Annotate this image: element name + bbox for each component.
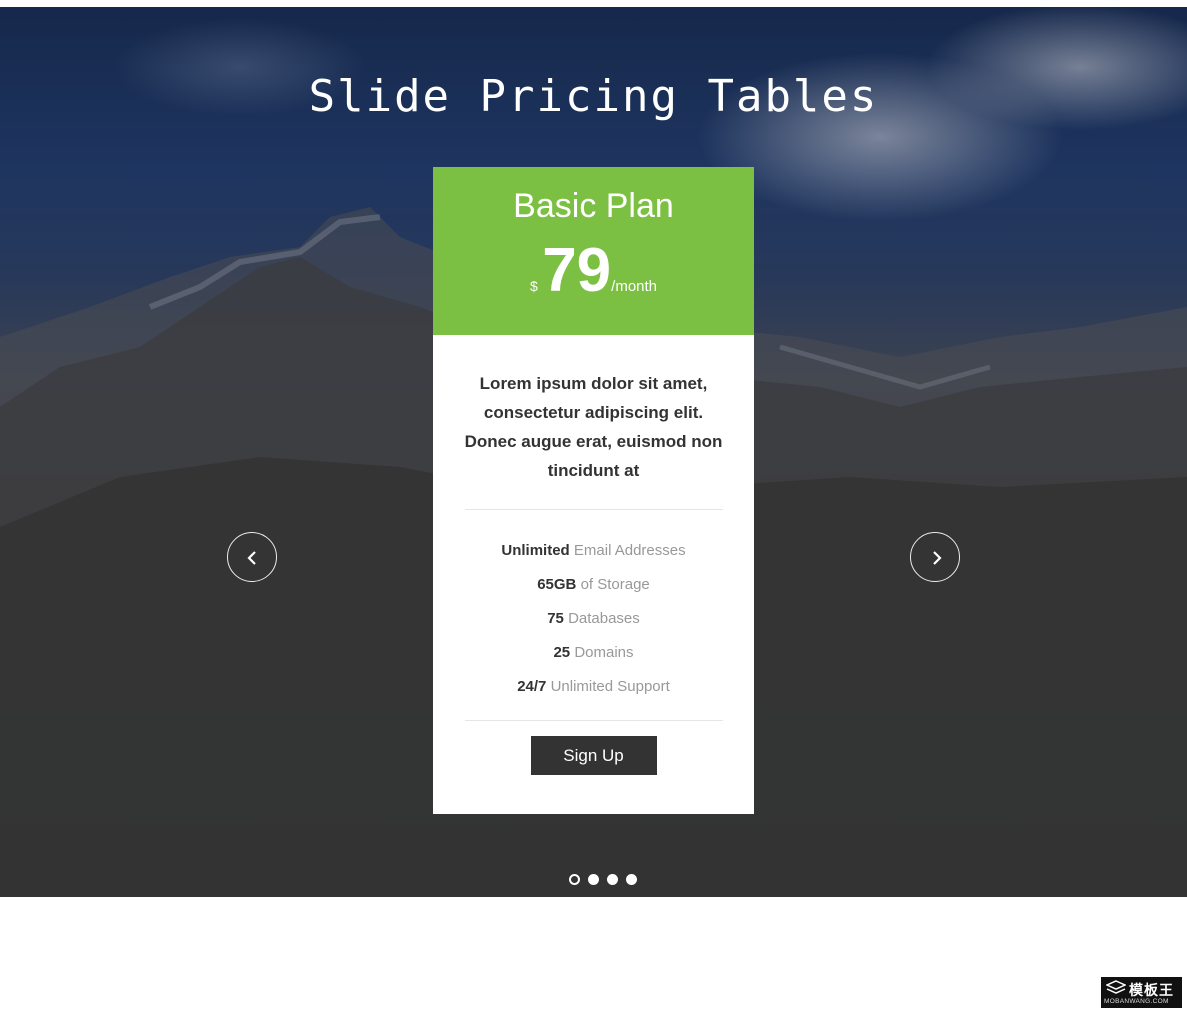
feature-item: 25 Domains xyxy=(433,644,754,678)
feature-item: 75 Databases xyxy=(433,610,754,644)
feature-strong: 65GB xyxy=(537,576,577,593)
feature-list: Unlimited Email Addresses 65GB of Storag… xyxy=(433,542,754,712)
price-currency: $ xyxy=(529,278,538,294)
price: $ 79/month xyxy=(433,240,754,310)
feature-item: Unlimited Email Addresses xyxy=(433,542,754,576)
chevron-left-icon xyxy=(247,551,256,565)
plan-name: Basic Plan xyxy=(513,187,674,225)
pagination-dot-2[interactable] xyxy=(588,874,599,885)
price-amount: 79 xyxy=(542,236,612,305)
feature-text: of Storage xyxy=(580,576,650,593)
feature-strong: 25 xyxy=(553,644,571,661)
plan-description: Lorem ipsum dolor sit amet, consectetur … xyxy=(464,374,723,480)
next-slide-button[interactable] xyxy=(910,532,960,582)
watermark-site: MOBANWANG.COM xyxy=(1104,998,1169,1005)
price-period: /month xyxy=(611,278,658,295)
feature-item: 24/7 Unlimited Support xyxy=(433,678,754,712)
feature-text: Domains xyxy=(574,644,634,661)
feature-strong: Unlimited xyxy=(501,542,570,559)
layers-icon xyxy=(1106,980,1126,994)
page-title: Slide Pricing Tables xyxy=(308,71,879,122)
pagination-dot-3[interactable] xyxy=(607,874,618,885)
feature-strong: 24/7 xyxy=(517,678,547,695)
divider xyxy=(464,720,723,721)
sign-up-button[interactable]: Sign Up xyxy=(530,736,657,775)
pagination-dot-4[interactable] xyxy=(626,874,637,885)
feature-strong: 75 xyxy=(547,610,564,627)
feature-text: Email Addresses xyxy=(573,542,686,559)
watermark-name: 模板王 xyxy=(1129,982,1174,998)
feature-text: Databases xyxy=(568,610,640,627)
pricing-card-header: Basic Plan $ 79/month xyxy=(433,167,754,335)
previous-slide-button[interactable] xyxy=(227,532,277,582)
feature-item: 65GB of Storage xyxy=(433,576,754,610)
feature-text: Unlimited Support xyxy=(550,678,670,695)
pricing-card: Basic Plan $ 79/month Lorem ipsum dolor … xyxy=(433,167,754,814)
divider xyxy=(464,509,723,510)
watermark-logo: 模板王 MOBANWANG.COM xyxy=(1101,977,1182,1008)
pagination-dot-1[interactable] xyxy=(569,874,580,885)
chevron-right-icon xyxy=(933,551,942,565)
hero-slider: Slide Pricing Tables Basic Plan $ 79/mon… xyxy=(0,7,1187,897)
